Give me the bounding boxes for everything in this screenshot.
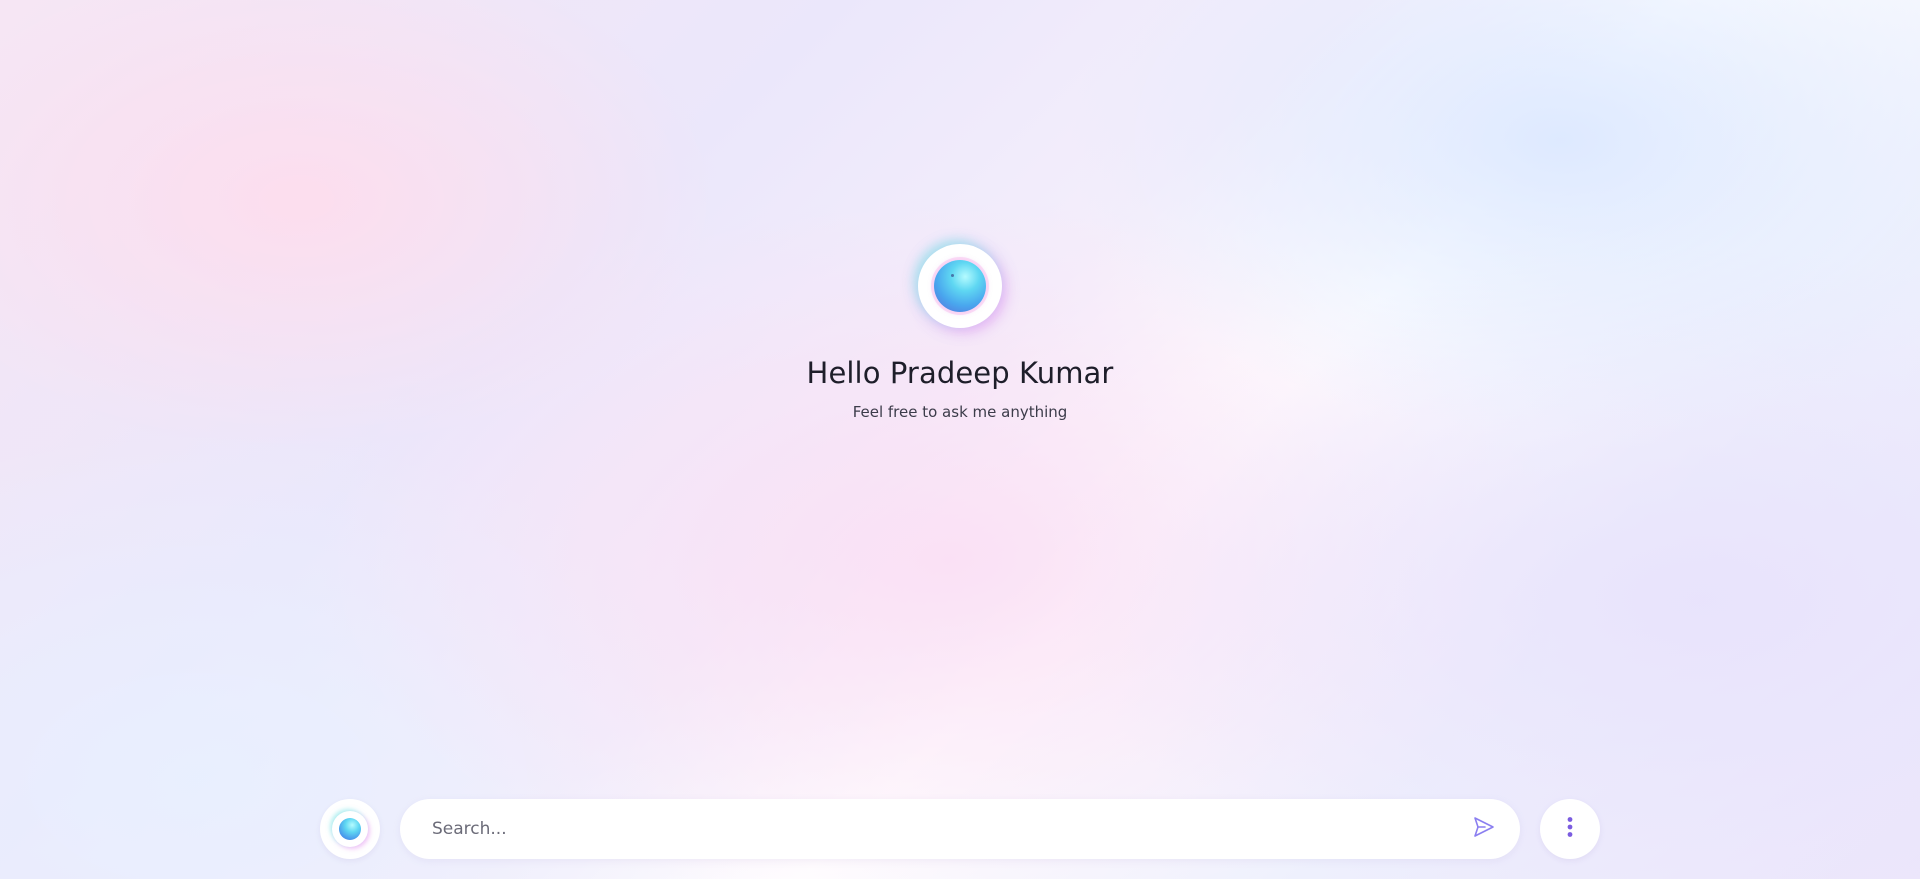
more-options-button[interactable] [1540,799,1600,859]
send-button[interactable] [1462,807,1506,851]
assistant-button[interactable] [320,799,380,859]
assistant-orb-icon [934,260,986,312]
greeting-section: Hello Pradeep Kumar Feel free to ask me … [0,244,1920,421]
more-vertical-icon [1566,816,1574,843]
search-input[interactable] [430,808,1462,850]
assistant-avatar [918,244,1002,328]
search-bar [400,799,1520,859]
assistant-orb-ring [332,811,368,847]
send-icon [1472,815,1496,844]
greeting-subtitle: Feel free to ask me anything [852,403,1068,421]
assistant-orb-icon [339,818,361,840]
greeting-title: Hello Pradeep Kumar [806,356,1114,390]
